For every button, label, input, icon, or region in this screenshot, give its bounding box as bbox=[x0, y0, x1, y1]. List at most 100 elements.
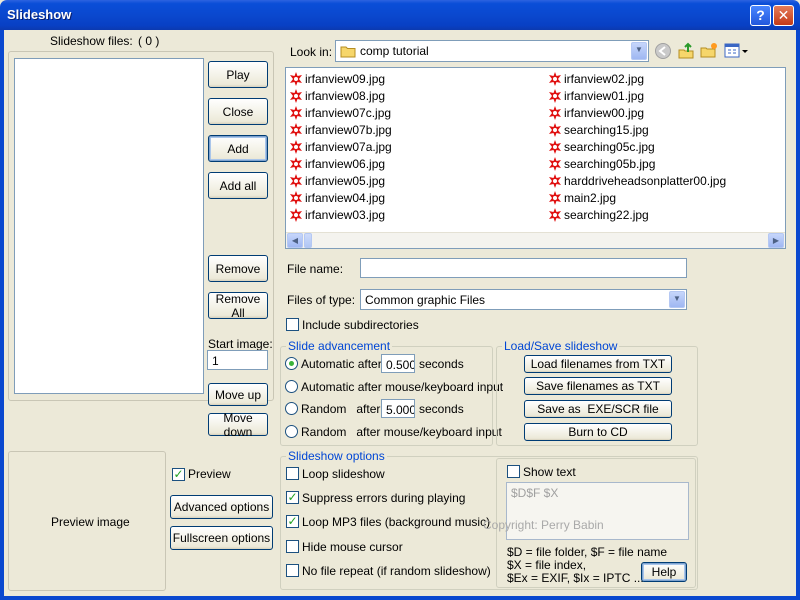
automatic-mouse-radio[interactable] bbox=[285, 380, 298, 393]
add-all-button[interactable]: Add all bbox=[208, 172, 268, 199]
help-title-button[interactable]: ? bbox=[750, 5, 771, 26]
file-list-item[interactable]: irfanview03.jpg bbox=[289, 207, 385, 223]
remove-button[interactable]: Remove bbox=[208, 255, 268, 282]
file-name-text: searching15.jpg bbox=[564, 123, 649, 137]
show-text-label: Show text bbox=[523, 465, 576, 479]
chevron-down-icon[interactable]: ▼ bbox=[631, 42, 647, 60]
file-list-item[interactable]: searching22.jpg bbox=[548, 207, 649, 223]
file-list-scrollbar[interactable]: ◀ ▶ bbox=[286, 232, 785, 248]
advanced-options-button[interactable]: Advanced options bbox=[170, 495, 273, 519]
move-up-button[interactable]: Move up bbox=[208, 383, 268, 406]
scroll-right-icon[interactable]: ▶ bbox=[768, 233, 784, 248]
load-filenames-txt-button[interactable]: Load filenames from TXT bbox=[524, 355, 672, 373]
title-bar[interactable]: Slideshow ? ✕ bbox=[0, 0, 800, 30]
file-list-item[interactable]: irfanview06.jpg bbox=[289, 156, 385, 172]
window-frame-right bbox=[796, 30, 800, 600]
show-text-checkbox[interactable] bbox=[507, 465, 520, 478]
automatic-seconds-input[interactable]: 0.500 bbox=[381, 354, 415, 373]
file-name-text: searching22.jpg bbox=[564, 208, 649, 222]
file-list-item[interactable]: harddriveheadsonplatter00.jpg bbox=[548, 173, 726, 189]
fullscreen-options-button[interactable]: Fullscreen options bbox=[170, 526, 273, 550]
file-list-item[interactable]: searching15.jpg bbox=[548, 122, 649, 138]
image-file-icon bbox=[549, 208, 561, 222]
hide-mouse-cursor-label: Hide mouse cursor bbox=[302, 540, 403, 554]
help-button[interactable]: Help bbox=[641, 562, 687, 582]
files-of-type-value: Common graphic Files bbox=[365, 293, 486, 307]
look-in-label: Look in: bbox=[290, 45, 333, 59]
file-list-item[interactable]: irfanview07c.jpg bbox=[289, 105, 391, 121]
preview-checkbox[interactable]: ✓ bbox=[172, 468, 185, 481]
file-list-item[interactable]: irfanview04.jpg bbox=[289, 190, 385, 206]
image-file-icon bbox=[549, 157, 561, 171]
show-text-help-line-3: $Ex = EXIF, $Ix = IPTC ... bbox=[507, 571, 644, 585]
scroll-left-icon[interactable]: ◀ bbox=[287, 233, 303, 248]
image-file-icon bbox=[549, 174, 561, 188]
move-down-button[interactable]: Move down bbox=[208, 411, 268, 439]
file-list-item[interactable]: main2.jpg bbox=[548, 190, 616, 206]
close-title-button[interactable]: ✕ bbox=[773, 5, 794, 26]
suppress-errors-checkbox[interactable]: ✓ bbox=[286, 491, 299, 504]
save-exe-scr-button[interactable]: Save as EXE/SCR file bbox=[524, 400, 672, 418]
loop-mp3-label: Loop MP3 files (background music) bbox=[302, 515, 491, 529]
close-button[interactable]: Close bbox=[208, 98, 268, 125]
random-after-radio[interactable] bbox=[285, 402, 298, 415]
add-button[interactable]: Add bbox=[208, 135, 268, 162]
slideshow-options-title: Slideshow options bbox=[286, 449, 387, 463]
up-folder-icon[interactable] bbox=[677, 42, 695, 60]
files-of-type-combo[interactable]: Common graphic Files ▼ bbox=[360, 289, 687, 310]
image-file-icon bbox=[290, 191, 302, 205]
view-menu-icon[interactable] bbox=[724, 42, 750, 60]
include-subdirectories-checkbox[interactable] bbox=[286, 318, 299, 331]
slideshow-files-label: Slideshow files: bbox=[50, 34, 133, 48]
window-frame-left bbox=[0, 30, 4, 600]
preview-checkbox-label: Preview bbox=[188, 467, 231, 481]
copyright-watermark: Copyright: Perry Babin bbox=[483, 518, 604, 532]
slideshow-files-list[interactable] bbox=[14, 58, 204, 394]
file-list-item[interactable]: searching05c.jpg bbox=[548, 139, 655, 155]
file-list-item[interactable]: irfanview07b.jpg bbox=[289, 122, 392, 138]
start-image-input[interactable]: 1 bbox=[207, 350, 268, 370]
file-name-text: searching05c.jpg bbox=[564, 140, 655, 154]
file-name-text: irfanview07c.jpg bbox=[305, 106, 392, 120]
file-name-text: irfanview07a.jpg bbox=[305, 140, 392, 154]
loop-slideshow-checkbox[interactable] bbox=[286, 467, 299, 480]
scrollbar-thumb[interactable] bbox=[304, 233, 312, 248]
new-folder-icon[interactable] bbox=[700, 42, 718, 60]
include-subdirectories-label: Include subdirectories bbox=[302, 318, 419, 332]
file-list-item[interactable]: irfanview07a.jpg bbox=[289, 139, 392, 155]
image-file-icon bbox=[290, 89, 302, 103]
file-name-input[interactable] bbox=[360, 258, 687, 278]
file-list-item[interactable]: irfanview08.jpg bbox=[289, 88, 385, 104]
burn-to-cd-button[interactable]: Burn to CD bbox=[524, 423, 672, 441]
load-save-title: Load/Save slideshow bbox=[502, 339, 620, 353]
suppress-errors-label: Suppress errors during playing bbox=[302, 491, 466, 505]
seconds-label-2: seconds bbox=[419, 402, 464, 416]
image-file-icon bbox=[290, 157, 302, 171]
look-in-combo[interactable]: comp tutorial ▼ bbox=[335, 40, 649, 62]
file-name-text: irfanview09.jpg bbox=[305, 72, 386, 86]
random-seconds-input[interactable]: 5.000 bbox=[381, 399, 415, 418]
file-list-item[interactable]: irfanview09.jpg bbox=[289, 71, 385, 87]
automatic-after-radio[interactable] bbox=[285, 357, 298, 370]
file-list-item[interactable]: irfanview00.jpg bbox=[548, 105, 644, 121]
file-list-item[interactable]: irfanview02.jpg bbox=[548, 71, 644, 87]
no-file-repeat-checkbox[interactable] bbox=[286, 564, 299, 577]
file-list-item[interactable]: searching05b.jpg bbox=[548, 156, 655, 172]
slide-advancement-title: Slide advancement bbox=[286, 339, 393, 353]
no-file-repeat-label: No file repeat (if random slideshow) bbox=[302, 564, 491, 578]
chevron-down-icon[interactable]: ▼ bbox=[669, 291, 685, 308]
image-file-icon bbox=[549, 72, 561, 86]
hide-mouse-cursor-checkbox[interactable] bbox=[286, 540, 299, 553]
file-list-item[interactable]: irfanview05.jpg bbox=[289, 173, 385, 189]
remove-all-button[interactable]: Remove All bbox=[208, 292, 268, 320]
random-mouse-radio[interactable] bbox=[285, 425, 298, 438]
loop-mp3-checkbox[interactable]: ✓ bbox=[286, 515, 299, 528]
image-file-icon bbox=[549, 140, 561, 154]
save-filenames-txt-button[interactable]: Save filenames as TXT bbox=[524, 377, 672, 395]
image-file-icon bbox=[549, 106, 561, 120]
back-icon[interactable] bbox=[654, 42, 672, 60]
file-list-item[interactable]: irfanview01.jpg bbox=[548, 88, 644, 104]
file-name-text: main2.jpg bbox=[564, 191, 617, 205]
play-button[interactable]: Play bbox=[208, 61, 268, 88]
file-list[interactable]: irfanview09.jpg irfanview08.jpg irfanview0… bbox=[285, 67, 786, 249]
